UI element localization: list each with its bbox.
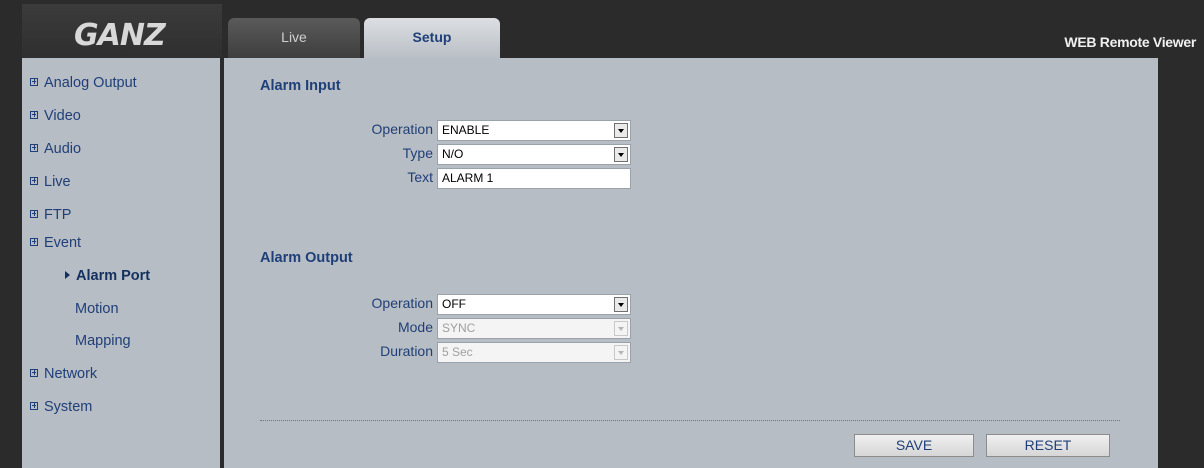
chevron-down-icon[interactable] xyxy=(614,123,628,138)
sidebar-item-label: System xyxy=(44,399,93,415)
expand-icon xyxy=(30,144,38,152)
sidebar-item-video[interactable]: Video xyxy=(30,108,81,124)
expand-icon xyxy=(30,111,38,119)
mode-label: Mode xyxy=(397,319,433,335)
sidebar-item-mapping[interactable]: Mapping xyxy=(75,333,131,349)
operation-label: Operation xyxy=(371,295,433,311)
sidebar-item-live[interactable]: Live xyxy=(30,174,71,190)
text-label: Text xyxy=(407,169,433,185)
expand-icon xyxy=(30,78,38,86)
logo-text: GANZ xyxy=(74,18,166,53)
sidebar-item-audio[interactable]: Audio xyxy=(30,141,81,157)
alarm-output-operation-select[interactable]: OFF xyxy=(437,294,631,315)
sidebar-item-system[interactable]: System xyxy=(30,399,92,415)
select-value: N/O xyxy=(442,147,464,161)
sidebar: Analog Output Video Audio Live FTP Event… xyxy=(22,58,220,468)
sidebar-item-analog-output[interactable]: Analog Output xyxy=(30,75,137,91)
tab-setup[interactable]: Setup xyxy=(364,18,500,58)
alarm-output-title: Alarm Output xyxy=(260,250,353,266)
sidebar-item-alarm-port[interactable]: Alarm Port xyxy=(65,268,150,284)
operation-label: Operation xyxy=(371,121,433,137)
type-label: Type xyxy=(402,145,433,161)
chevron-down-icon xyxy=(614,321,628,336)
sidebar-item-motion[interactable]: Motion xyxy=(75,301,119,317)
sidebar-item-label: Analog Output xyxy=(44,75,137,91)
select-value: ENABLE xyxy=(442,123,490,137)
sidebar-item-ftp[interactable]: FTP xyxy=(30,207,71,223)
select-value: 5 Sec xyxy=(442,345,473,359)
main-panel: Alarm Input Operation ENABLE Type N/O Te… xyxy=(224,58,1158,468)
sidebar-item-network[interactable]: Network xyxy=(30,366,97,382)
sidebar-item-event[interactable]: Event xyxy=(30,235,81,251)
chevron-down-icon[interactable] xyxy=(614,297,628,312)
brand-logo: GANZ xyxy=(22,4,222,58)
alarm-output-mode-select: SYNC xyxy=(437,318,631,339)
select-value: SYNC xyxy=(442,321,476,335)
sidebar-item-label: Network xyxy=(44,366,98,382)
expand-icon xyxy=(30,369,38,377)
footer-divider xyxy=(260,420,1120,421)
top-bar: GANZ Live Setup WEB Remote Viewer xyxy=(0,0,1204,58)
right-margin xyxy=(1158,58,1204,468)
expand-icon xyxy=(30,402,38,410)
alarm-output-duration-select: 5 Sec xyxy=(437,342,631,363)
sidebar-item-label: Audio xyxy=(44,141,82,157)
chevron-down-icon xyxy=(614,345,628,360)
reset-button[interactable]: RESET xyxy=(986,434,1110,457)
alarm-input-operation-select[interactable]: ENABLE xyxy=(437,120,631,141)
expand-icon xyxy=(30,210,38,218)
save-button[interactable]: SAVE xyxy=(854,434,974,457)
sidebar-item-label: Video xyxy=(44,108,81,124)
sidebar-item-label: Alarm Port xyxy=(76,268,151,284)
sidebar-item-label: Mapping xyxy=(75,333,131,349)
collapse-icon xyxy=(30,238,38,246)
alarm-input-title: Alarm Input xyxy=(260,78,341,94)
sidebar-item-label: Event xyxy=(44,235,82,251)
sidebar-item-label: FTP xyxy=(44,207,72,223)
caret-right-icon xyxy=(65,271,70,279)
tab-live[interactable]: Live xyxy=(228,18,360,58)
alarm-input-text-field[interactable]: ALARM 1 xyxy=(437,168,631,189)
select-value: OFF xyxy=(442,297,466,311)
sidebar-item-label: Live xyxy=(44,174,71,190)
app-title: WEB Remote Viewer xyxy=(1064,34,1196,50)
duration-label: Duration xyxy=(380,343,433,359)
expand-icon xyxy=(30,177,38,185)
alarm-input-type-select[interactable]: N/O xyxy=(437,144,631,165)
sidebar-item-label: Motion xyxy=(75,301,119,317)
chevron-down-icon[interactable] xyxy=(614,147,628,162)
